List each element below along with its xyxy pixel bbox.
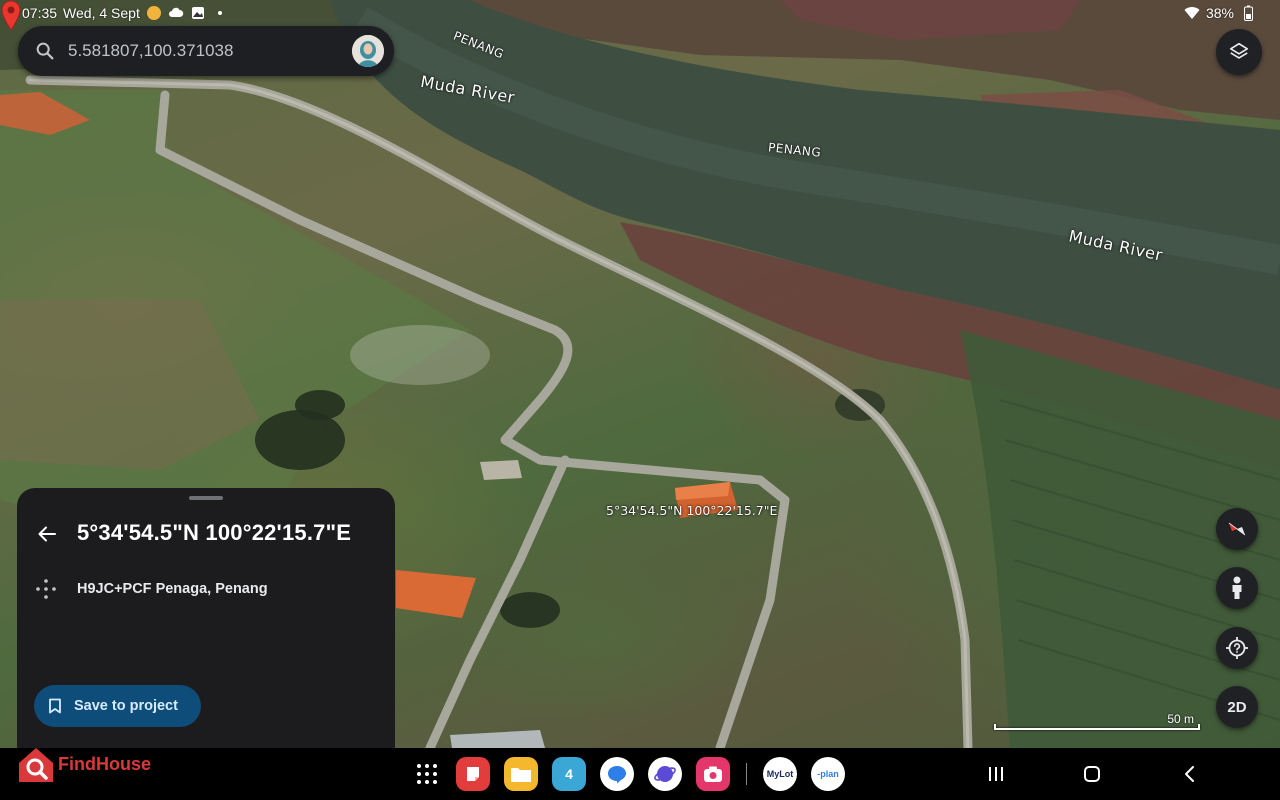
- taskbar-divider: [746, 763, 747, 785]
- internet-browser-app-icon[interactable]: [648, 757, 682, 791]
- battery-percent: 38%: [1205, 5, 1234, 21]
- panel-drag-handle[interactable]: [189, 496, 223, 500]
- search-bar[interactable]: [18, 26, 394, 76]
- layers-icon: [1229, 42, 1249, 59]
- plus-code-icon: [36, 579, 56, 599]
- search-icon[interactable]: [34, 40, 56, 62]
- chevron-left-icon: [1185, 766, 1194, 782]
- findhouse-logo-icon: [19, 748, 53, 782]
- map-scale: 50 m: [994, 712, 1200, 730]
- recent-apps-button[interactable]: [982, 758, 1010, 790]
- findhouse-watermark: FindHouse: [16, 744, 151, 784]
- wifi-icon: [1184, 5, 1200, 21]
- layers-button[interactable]: [1216, 29, 1262, 75]
- status-bar-right: 38%: [1184, 3, 1256, 23]
- more-notifications-dot-icon: [212, 5, 228, 21]
- compass-icon: [1228, 522, 1246, 536]
- my-files-app-icon[interactable]: [504, 757, 538, 791]
- pegman-icon: [1232, 576, 1242, 599]
- watermark-text: FindHouse: [58, 753, 151, 774]
- my-location-help-icon: [1226, 637, 1248, 659]
- location-pin-icon[interactable]: [0, 0, 22, 32]
- home-button[interactable]: [1078, 758, 1106, 790]
- status-bar-left: 07:35 Wed, 4 Sept: [22, 3, 228, 23]
- search-input[interactable]: [68, 41, 352, 61]
- battery-icon: [1240, 5, 1256, 21]
- camera-app-icon[interactable]: [696, 757, 730, 791]
- compass-button[interactable]: [1216, 508, 1258, 550]
- scale-line: [994, 724, 1200, 730]
- calendar-app-icon[interactable]: 4: [552, 757, 586, 791]
- save-to-project-button[interactable]: Save to project: [34, 685, 201, 727]
- bookmark-icon: [49, 698, 61, 714]
- cloud-icon: [168, 5, 184, 21]
- save-to-project-label: Save to project: [74, 698, 178, 714]
- notification-app-icon: [146, 5, 162, 21]
- back-button[interactable]: [35, 522, 59, 546]
- notes-app-icon[interactable]: [456, 757, 490, 791]
- back-nav-button[interactable]: [1176, 758, 1204, 790]
- messages-app-icon[interactable]: [600, 757, 634, 791]
- gallery-icon: [190, 5, 206, 21]
- status-date: Wed, 4 Sept: [63, 5, 140, 21]
- arrow-back-icon: [38, 526, 56, 542]
- home-icon: [1084, 766, 1100, 782]
- my-location-button[interactable]: [1216, 627, 1258, 669]
- planit-app-icon[interactable]: -plan: [811, 757, 845, 791]
- street-view-button[interactable]: [1216, 567, 1258, 609]
- status-time: 07:35: [22, 5, 58, 21]
- toggle-2d-button[interactable]: 2D: [1216, 686, 1258, 728]
- app-drawer-button[interactable]: [412, 759, 442, 789]
- profile-photo-icon: [352, 35, 384, 67]
- taskbar-apps: 4 MyLot -plan: [412, 756, 845, 792]
- recent-apps-icon: [989, 767, 1003, 781]
- place-title: 5°34'54.5"N 100°22'15.7"E: [77, 520, 352, 545]
- mylot-app-icon[interactable]: MyLot: [763, 757, 797, 791]
- plus-code-address[interactable]: H9JC+PCF Penaga, Penang: [77, 581, 268, 597]
- place-details-panel: 5°34'54.5"N 100°22'15.7"E H9JC+PCF Penag…: [17, 488, 395, 750]
- pin-coordinate-label: 5°34'54.5"N 100°22'15.7"E: [606, 503, 778, 518]
- avatar[interactable]: [352, 35, 384, 67]
